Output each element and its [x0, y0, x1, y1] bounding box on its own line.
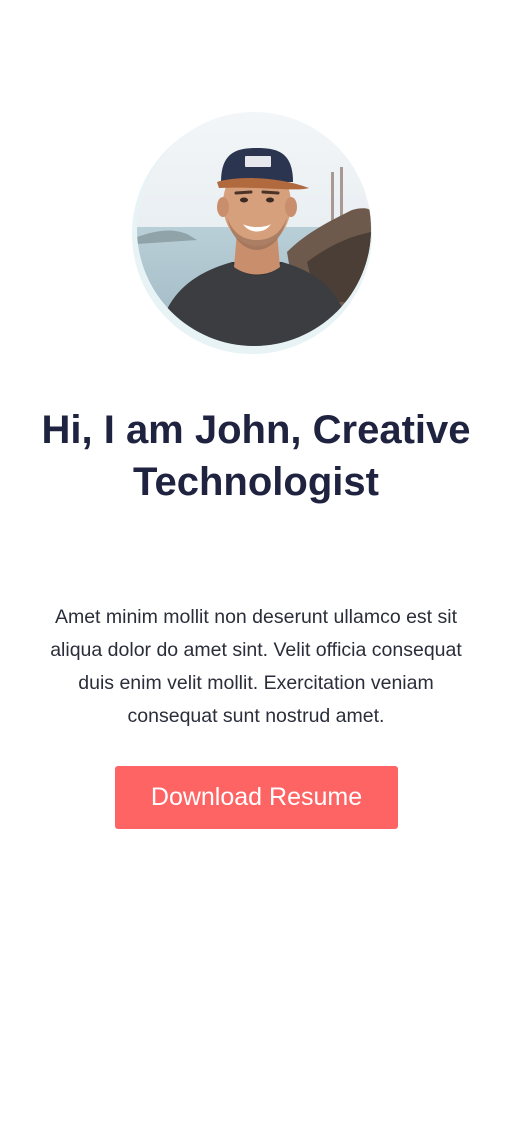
- headline: Hi, I am John, Creative Technologist: [41, 408, 471, 504]
- download-resume-button[interactable]: Download Resume: [115, 766, 398, 829]
- avatar-container: [132, 112, 372, 358]
- bio-text: Amet minim mollit non deserunt ullamco e…: [50, 606, 462, 727]
- portrait-photo-icon: [137, 112, 371, 346]
- avatar: [137, 112, 371, 346]
